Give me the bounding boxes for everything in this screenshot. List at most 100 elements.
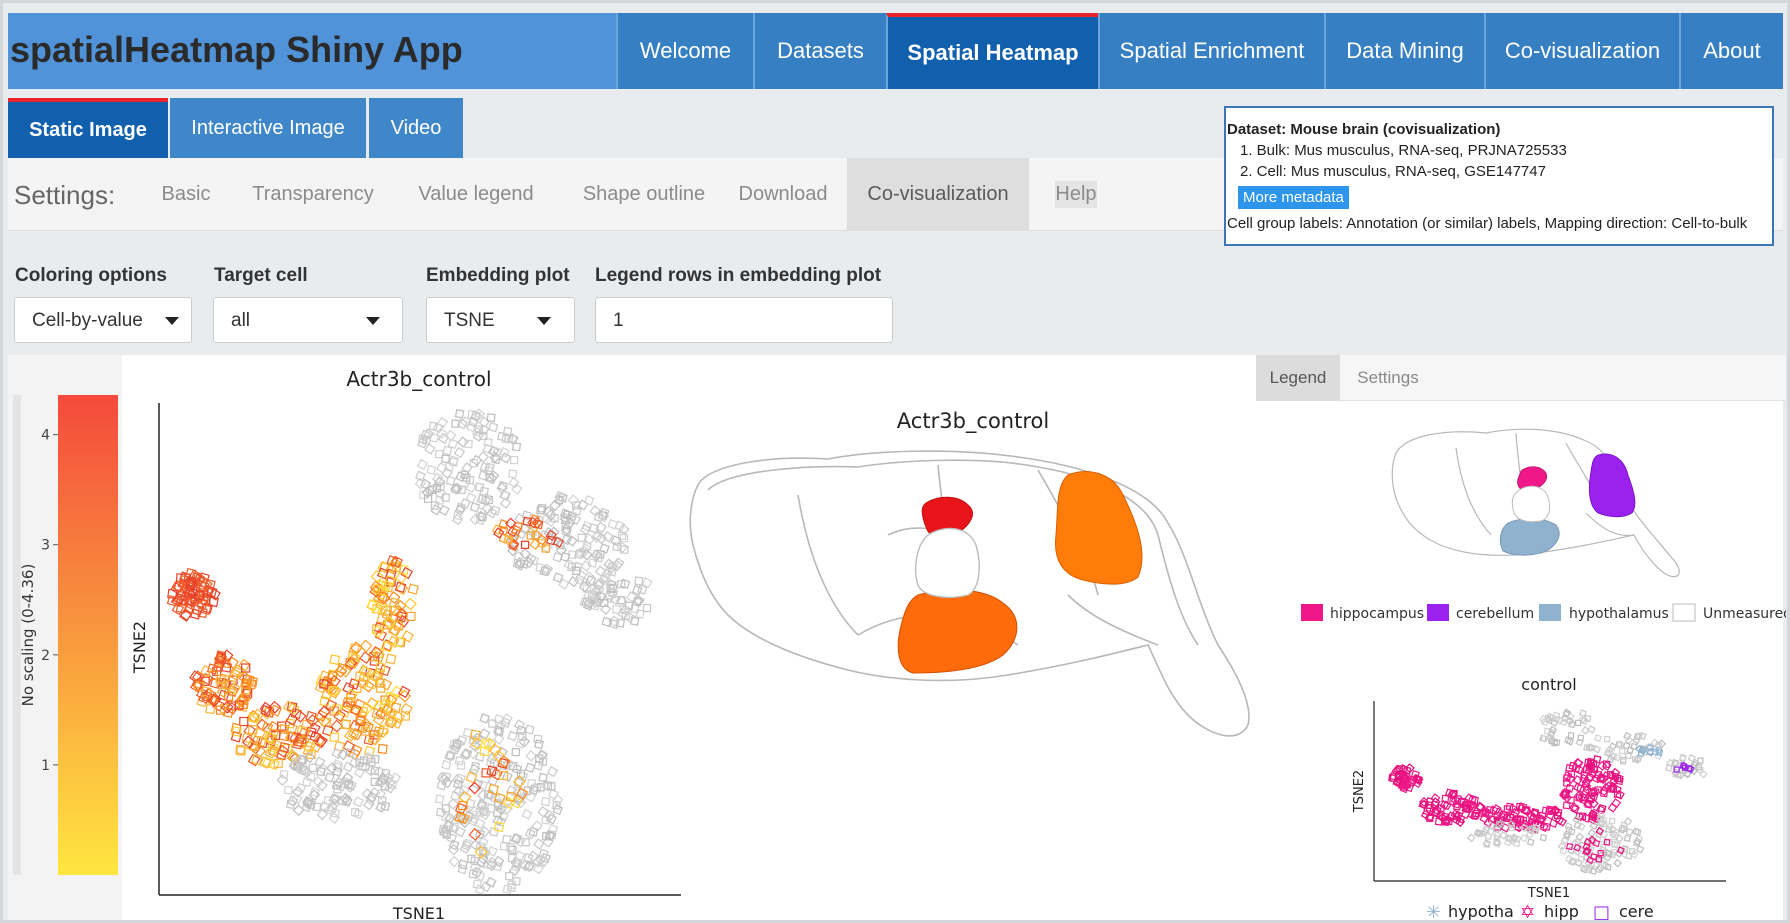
mini-embedding-point [1625, 828, 1634, 836]
mini-plot-title: control [1521, 675, 1576, 694]
coloring-options-select[interactable]: Cell-by-value [14, 297, 192, 343]
colorbar-label: No scaling (0-4.36) [19, 564, 37, 707]
nav-tab-datasets[interactable]: Datasets [753, 13, 886, 89]
nav-tab-welcome[interactable]: Welcome [616, 13, 753, 89]
mini-embedding-point [1594, 734, 1602, 743]
legend-label-hippocampus: hippocampus [1330, 606, 1424, 622]
embedding-y-label: TSNE2 [130, 621, 149, 674]
embedding-plot-panel [123, 363, 703, 920]
settings-tab-transparency[interactable]: Transparency [238, 158, 388, 230]
coloring-options-value: Cell-by-value [32, 310, 143, 331]
star-of-david-icon: ✡ [1520, 902, 1535, 923]
colorbar-gradient [58, 395, 118, 875]
dataset-info-box: Dataset: Mouse brain (covisualization) 1… [1224, 106, 1774, 246]
embedding-plot-title: Actr3b_control [346, 367, 491, 391]
mini-embedding-point [1655, 749, 1663, 757]
more-metadata-button[interactable]: More metadata [1238, 186, 1349, 209]
mini-embedding-point [1604, 849, 1613, 858]
subtab-interactive-image[interactable]: Interactive Image [170, 98, 366, 158]
embedding-x-label: TSNE1 [392, 904, 445, 923]
nav-tab-about[interactable]: About [1679, 13, 1783, 89]
mini-embedding-point [1665, 764, 1673, 772]
settings-tab-help[interactable]: Help [1034, 158, 1118, 230]
mini-legend-label-hypotha: hypotha [1448, 902, 1514, 921]
nav-tab-spatial-heatmap[interactable]: Spatial Heatmap [886, 13, 1098, 89]
dataset-bulk-line: 1. Bulk: Mus musculus, RNA-seq, PRJNA725… [1240, 142, 1567, 159]
legend-swatch-unmeasured [1672, 603, 1696, 622]
mini-embedding-point [1540, 734, 1548, 743]
target-cell-select[interactable]: all [213, 297, 403, 343]
legend-swatch-hippocampus [1301, 604, 1323, 621]
embedding-plot-select[interactable]: TSNE [426, 297, 575, 343]
app-title: spatialHeatmap Shiny App [10, 29, 463, 70]
tab-legend-settings[interactable]: Settings [1340, 355, 1436, 401]
mini-embedding-point [1603, 735, 1611, 743]
settings-tab-basic[interactable]: Basic [144, 158, 228, 230]
mini-embedding-point [1568, 858, 1577, 866]
settings-tab-value-legend[interactable]: Value legend [406, 158, 546, 230]
mini-legend: ✳ hypotha ✡ hipp □ cere [1426, 902, 1654, 923]
asterisk-icon: ✳ [1426, 902, 1441, 923]
mini-embedding-point [1622, 741, 1631, 750]
mini-embedding-point [1623, 834, 1632, 843]
legend-rows-value: 1 [613, 310, 624, 331]
dataset-cell-line: 2. Cell: Mus musculus, RNA-seq, GSE14774… [1240, 163, 1546, 180]
chevron-down-icon [537, 317, 551, 325]
mini-embedding-point [1608, 817, 1616, 825]
square-icon: □ [1593, 902, 1610, 923]
settings-tab-shape-outline[interactable]: Shape outline [564, 158, 724, 230]
tab-legend[interactable]: Legend [1256, 355, 1340, 401]
nav-tab-data-mining[interactable]: Data Mining [1324, 13, 1484, 89]
legend-label-cerebellum: cerebellum [1456, 606, 1534, 622]
settings-label: Settings: [14, 180, 116, 210]
mini-embedding-point [1612, 753, 1621, 762]
mini-legend-label-cere: cere [1619, 902, 1654, 921]
mini-y-label: TSNE2 [1352, 770, 1367, 813]
mini-thalamus [1511, 485, 1551, 523]
coloring-options-label: Coloring options [15, 265, 167, 286]
mini-embedding-point [1587, 725, 1596, 734]
mini-embedding-point [1483, 841, 1491, 849]
settings-tab-help-label: Help [1055, 180, 1097, 208]
mini-embedding-point [1603, 838, 1611, 846]
settings-tab-co-visualization[interactable]: Co-visualization [847, 158, 1029, 230]
mini-legend-label-hipp: hipp [1544, 902, 1579, 921]
app-window: spatialHeatmap Shiny App Welcome Dataset… [0, 0, 1790, 923]
mini-x-label: TSNE1 [1527, 886, 1570, 901]
mini-embedding-point [1560, 718, 1568, 726]
legend-panel-tabs: Legend Settings [1256, 355, 1786, 401]
colorbar-tick-label: 1 [41, 758, 50, 774]
dataset-labels-line: Cell group labels: Annotation (or simila… [1227, 215, 1748, 232]
nav-tab-spatial-enrichment[interactable]: Spatial Enrichment [1098, 13, 1324, 89]
brain-thalamus [915, 527, 980, 598]
mini-embedding-point [1573, 821, 1582, 830]
subtab-static-image[interactable]: Static Image [8, 98, 168, 158]
target-cell-value: all [231, 310, 251, 331]
legend-swatch-hypothalamus [1539, 604, 1561, 621]
mini-embedding-point [1542, 822, 1552, 832]
mini-embedding-point [1539, 834, 1547, 842]
subtab-video[interactable]: Video [369, 98, 463, 158]
nav-tab-co-visualization[interactable]: Co-visualization [1484, 13, 1679, 89]
mini-embedding-point [1526, 838, 1535, 847]
mini-embedding-point [1520, 834, 1529, 843]
target-cell-label: Target cell [214, 265, 308, 286]
mini-embedding-point [1616, 846, 1625, 855]
mini-embedding-point [1592, 755, 1602, 764]
mini-embedding-point [1564, 822, 1573, 831]
legend-rows-input[interactable]: 1 [595, 297, 893, 343]
embedding-plot-label: Embedding plot [426, 265, 570, 286]
mini-embedding-point [1679, 753, 1687, 762]
colorbar-tick-label: 3 [41, 538, 50, 554]
legend-rows-label: Legend rows in embedding plot [595, 265, 882, 286]
legend-label-unmeasured: Unmeasured [1703, 606, 1786, 622]
legend-label-hypothalamus: hypothalamus [1569, 606, 1669, 622]
legend-panel: hippocampus cerebellum hypothalamus Unme… [1301, 428, 1786, 923]
colorbar-tick-label: 4 [41, 428, 50, 444]
mini-embedding-point [1466, 833, 1476, 843]
main-plots: 4321 No scaling (0-4.36) Actr3b_control … [8, 355, 1250, 923]
mini-embedding-point [1698, 769, 1708, 779]
settings-tab-download[interactable]: Download [728, 158, 838, 230]
region-legend: hippocampus cerebellum hypothalamus Unme… [1301, 603, 1786, 622]
mini-embedding-point [1577, 855, 1585, 863]
